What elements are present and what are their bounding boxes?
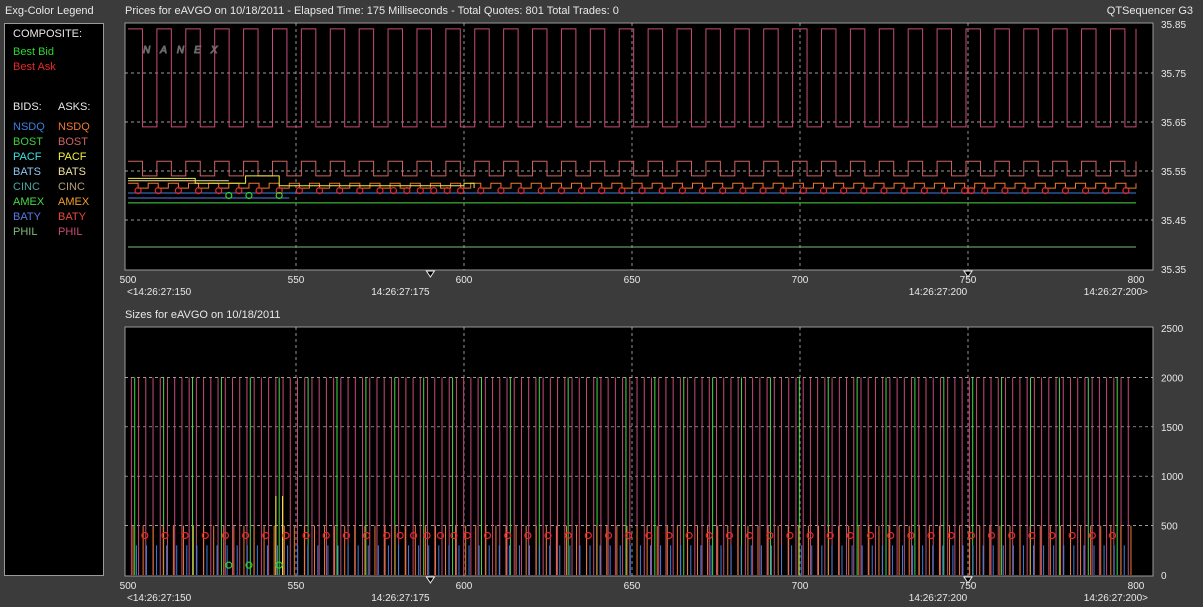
y-tick-label: 1000 <box>1161 472 1184 483</box>
time-label: 14:26:27:200> <box>1084 287 1148 298</box>
time-label: 14:26:27:200 <box>909 593 968 604</box>
x-tick-label: 600 <box>456 275 473 286</box>
time-label: 14:26:27:175 <box>371 593 430 604</box>
charts-canvas: NANEX35.3535.4535.5535.6535.7535.85500 55… <box>120 20 1187 604</box>
y-tick-label: 2500 <box>1161 324 1184 335</box>
y-tick-label: 35.45 <box>1161 216 1186 227</box>
x-tick-label: 800 <box>1128 275 1145 286</box>
time-marker-icon <box>425 576 436 584</box>
x-tick-label: 800 <box>1128 581 1145 592</box>
x-tick-label: 550 <box>288 275 305 286</box>
x-tick-label: 500 <box>120 275 137 286</box>
time-marker-icon <box>425 270 436 278</box>
time-label: <14:26:27:150 <box>127 287 192 298</box>
x-tick-label: 600 <box>456 581 473 592</box>
x-tick-label: 500 <box>120 581 137 592</box>
y-tick-label: 35.85 <box>1161 20 1186 31</box>
time-label: 14:26:27:200> <box>1084 593 1148 604</box>
time-label: <14:26:27:150 <box>127 593 192 604</box>
sizes-chart: 05001000150020002500500 550 600 650 700 750 80… <box>120 324 1184 604</box>
x-tick-label: 650 <box>624 275 641 286</box>
prices-plot-area <box>124 22 1154 271</box>
y-tick-label: 35.55 <box>1161 167 1186 178</box>
y-tick-label: 35.35 <box>1161 265 1186 276</box>
x-tick-label: 700 <box>792 275 809 286</box>
y-tick-label: 1500 <box>1161 423 1184 434</box>
y-tick-label: 0 <box>1161 571 1167 582</box>
x-tick-label: 550 <box>288 581 305 592</box>
y-tick-label: 2000 <box>1161 373 1184 384</box>
time-label: 14:26:27:175 <box>371 287 430 298</box>
time-label: 14:26:27:200 <box>909 287 968 298</box>
y-tick-label: 35.75 <box>1161 69 1186 80</box>
y-tick-label: 35.65 <box>1161 118 1186 129</box>
y-tick-label: 500 <box>1161 522 1178 533</box>
prices-chart: NANEX35.3535.4535.5535.6535.7535.85500 55… <box>120 20 1187 298</box>
x-tick-label: 650 <box>624 581 641 592</box>
x-tick-label: 700 <box>792 581 809 592</box>
